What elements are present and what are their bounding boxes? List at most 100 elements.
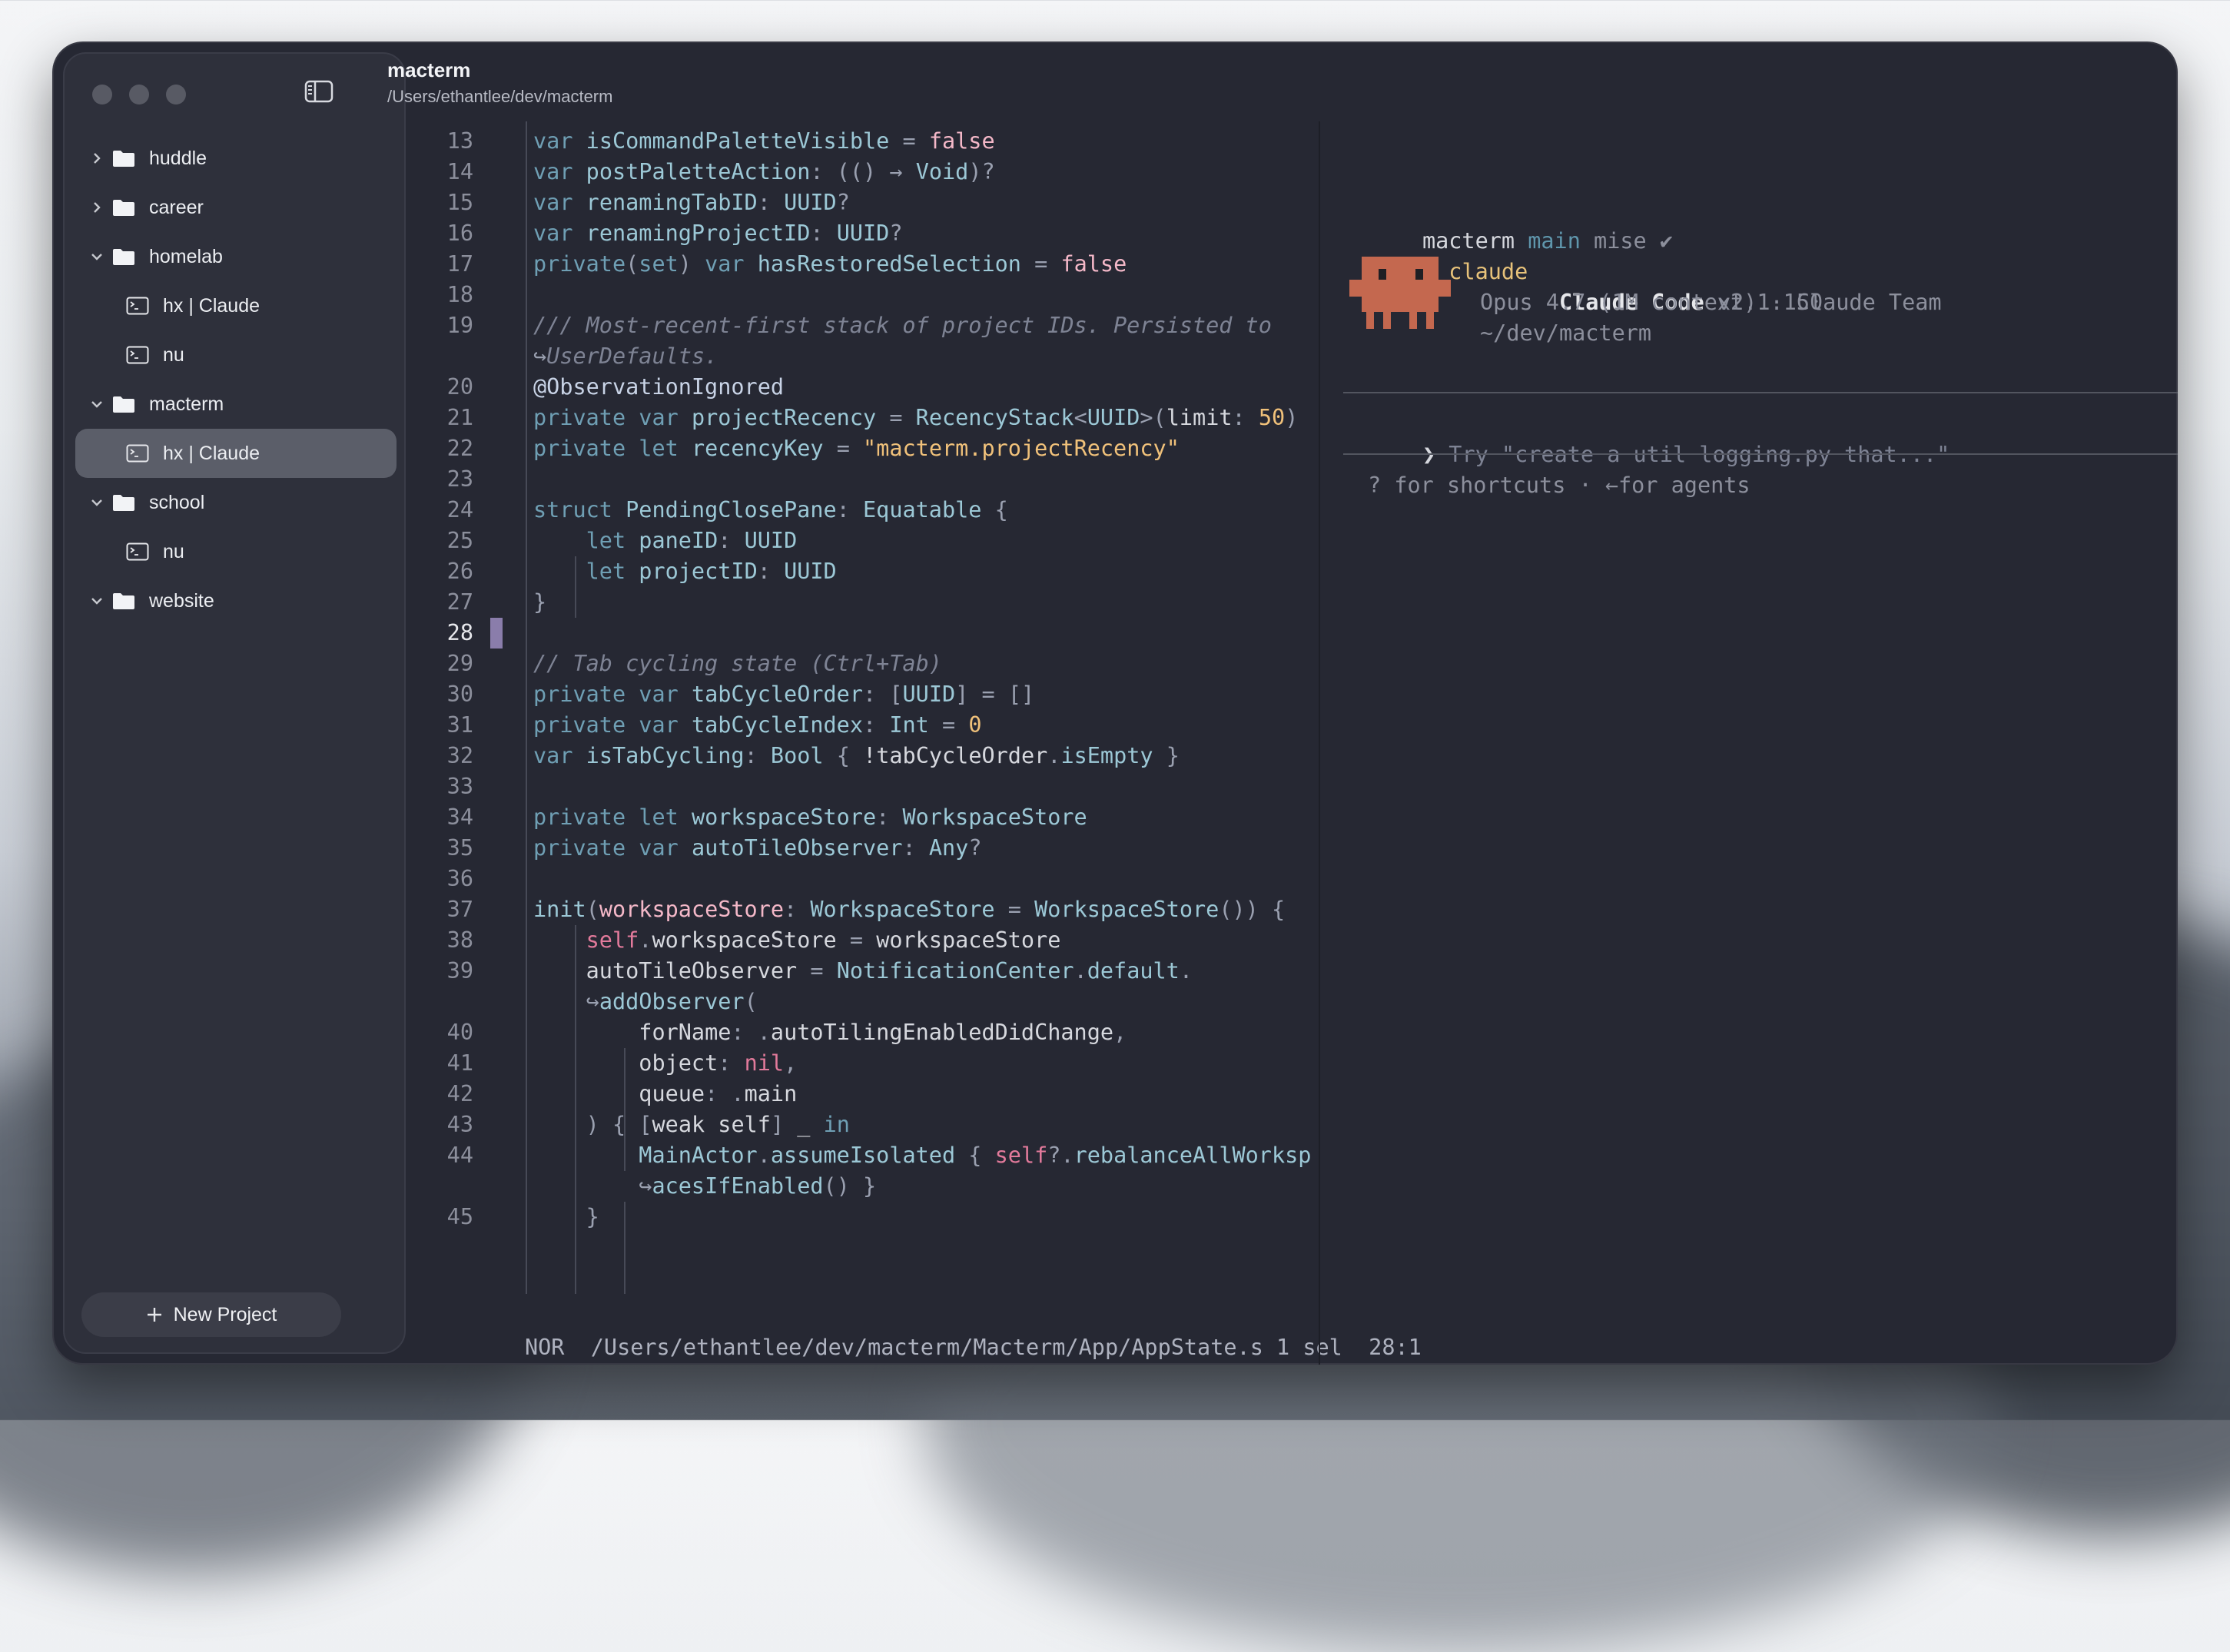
code-line: private var tabCycleOrder: [UUID] = [] [533,682,1035,707]
sidebar-item-homelab[interactable]: homelab [75,232,397,281]
line-number: 41 [446,1050,473,1076]
code-line: private let workspaceStore: WorkspaceSto… [533,804,1087,830]
prompt-tool: mise [1594,228,1647,254]
line-number: 21 [446,405,473,430]
code-line: ↪UserDefaults. [533,343,718,369]
zoom-window-button[interactable] [166,85,186,104]
code-line: ↪addObserver( [586,989,758,1014]
code-line: var postPaletteAction: (() → Void)? [533,159,995,184]
code-line: private var tabCycleIndex: Int = 0 [533,712,982,738]
app-window: huddle career homelab hx | Claude nu mac… [52,41,2178,1365]
line-number: 39 [446,958,473,984]
code-line: self.workspaceStore = workspaceStore [586,927,1061,953]
code-line: } [533,589,547,615]
chevron-right-icon[interactable] [81,201,112,214]
sidebar-item-label: career [149,196,204,218]
sidebar-item-label: hx | Claude [163,294,260,317]
code-editor[interactable]: 13 var isCommandPaletteVisible = false 14… [406,121,1422,1360]
code-line: forName: .autoTilingEnabledDidChange, [639,1020,1127,1045]
sidebar: huddle career homelab hx | Claude nu mac… [63,52,406,1354]
line-number: 40 [446,1020,473,1045]
code-line: var renamingProjectID: UUID? [533,221,903,246]
editor-statusline: NOR /Users/ethantlee/dev/macterm/Macterm… [446,1302,1422,1360]
window-header: macterm /Users/ethantlee/dev/macterm [387,58,612,107]
code-line: // Tab cycling state (Ctrl+Tab) [533,651,942,676]
sidebar-toggle-icon[interactable] [304,80,334,103]
claude-cwd: ~/dev/macterm [1480,320,1652,346]
folder-icon [113,495,134,511]
line-number: 17 [446,251,473,277]
indent-guide [624,1202,626,1294]
line-number: 28 [446,620,473,645]
mode-indicator: NOR [524,1335,565,1360]
code-line: ↪acesIfEnabled() } [639,1173,877,1199]
terminal-pane[interactable]: macterm main mise ✔ ❯ claude Claude Code… [1320,121,2178,1365]
sidebar-item-macterm[interactable]: macterm [75,380,397,429]
sidebar-item-label: nu [163,540,184,562]
line-number: 30 [446,682,473,707]
line-number: 23 [446,466,473,492]
code-line: private var projectRecency = RecencyStac… [533,405,1299,430]
code-line: var isTabCycling: Bool { !tabCycleOrder.… [533,743,1180,768]
chevron-down-icon[interactable] [81,251,112,262]
shell-prompt: macterm main mise ✔ [1343,195,1673,254]
line-number: 42 [446,1081,473,1106]
line-number: 18 [446,282,473,307]
line-number: 44 [446,1143,473,1168]
close-window-button[interactable] [92,85,112,104]
sidebar-item-label: nu [163,343,184,366]
line-number: 25 [446,528,473,553]
chevron-down-icon[interactable] [81,497,112,508]
code-line: private let recencyKey = "macterm.projec… [533,436,1180,461]
line-number: 24 [446,497,473,522]
terminal-icon [126,346,149,364]
sidebar-item-huddle[interactable]: huddle [75,134,397,183]
chevron-down-icon[interactable] [81,399,112,410]
sidebar-item-website[interactable]: website [75,576,397,625]
code-line: private var autoTileObserver: Any? [533,835,982,861]
line-number: 35 [446,835,473,861]
claude-header: Claude Code v2.1.150 [1480,257,1823,315]
code-line: let projectID: UUID [586,559,837,584]
chevron-right-icon[interactable] [81,151,112,165]
new-project-button[interactable]: New Project [81,1292,341,1337]
sidebar-item-label: homelab [149,245,223,267]
sidebar-item-label: huddle [149,147,207,169]
line-number: 32 [446,743,473,768]
sidebar-item-school-nu[interactable]: nu [75,527,397,576]
chevron-down-icon[interactable] [81,595,112,606]
input-bottom-border [1343,453,2178,455]
sidebar-item-homelab-hx-claude[interactable]: hx | Claude [75,281,397,330]
code-line: var renamingTabID: UUID? [533,190,850,215]
code-line: queue: .main [639,1081,798,1106]
line-number: 36 [446,866,473,891]
line-number: 19 [446,313,473,338]
minimize-window-button[interactable] [129,85,149,104]
code-line: ) { [weak self] _ in [586,1112,850,1137]
code-line: @ObservationIgnored [533,374,785,400]
line-number: 31 [446,712,473,738]
sidebar-item-school[interactable]: school [75,478,397,527]
traffic-lights [92,85,186,104]
code-line: MainActor.assumeIsolated { self?.rebalan… [639,1143,1312,1168]
folder-icon [113,200,134,216]
line-number: 20 [446,374,473,400]
line-number: 15 [446,190,473,215]
sidebar-item-label: hx | Claude [163,442,260,464]
line-number: 29 [446,651,473,676]
sidebar-item-macterm-hx-claude[interactable]: hx | Claude [75,429,397,478]
code-line: object: nil, [639,1050,798,1076]
input-top-border [1343,392,2178,393]
sidebar-item-career[interactable]: career [75,183,397,232]
folder-icon [113,396,134,413]
line-number: 37 [446,897,473,922]
line-number: 14 [446,159,473,184]
code-line: autoTileObserver = NotificationCenter.de… [586,958,1193,984]
sidebar-item-homelab-nu[interactable]: nu [75,330,397,380]
line-number: 26 [446,559,473,584]
claude-model: Opus 4.7 (1M context) · Claude Team [1480,290,1942,315]
claude-input[interactable]: ❯ Try "create a util logging.py that..." [1343,409,1950,467]
line-number: 34 [446,804,473,830]
code-line: let paneID: UUID [586,528,798,553]
line-number: 33 [446,774,473,799]
